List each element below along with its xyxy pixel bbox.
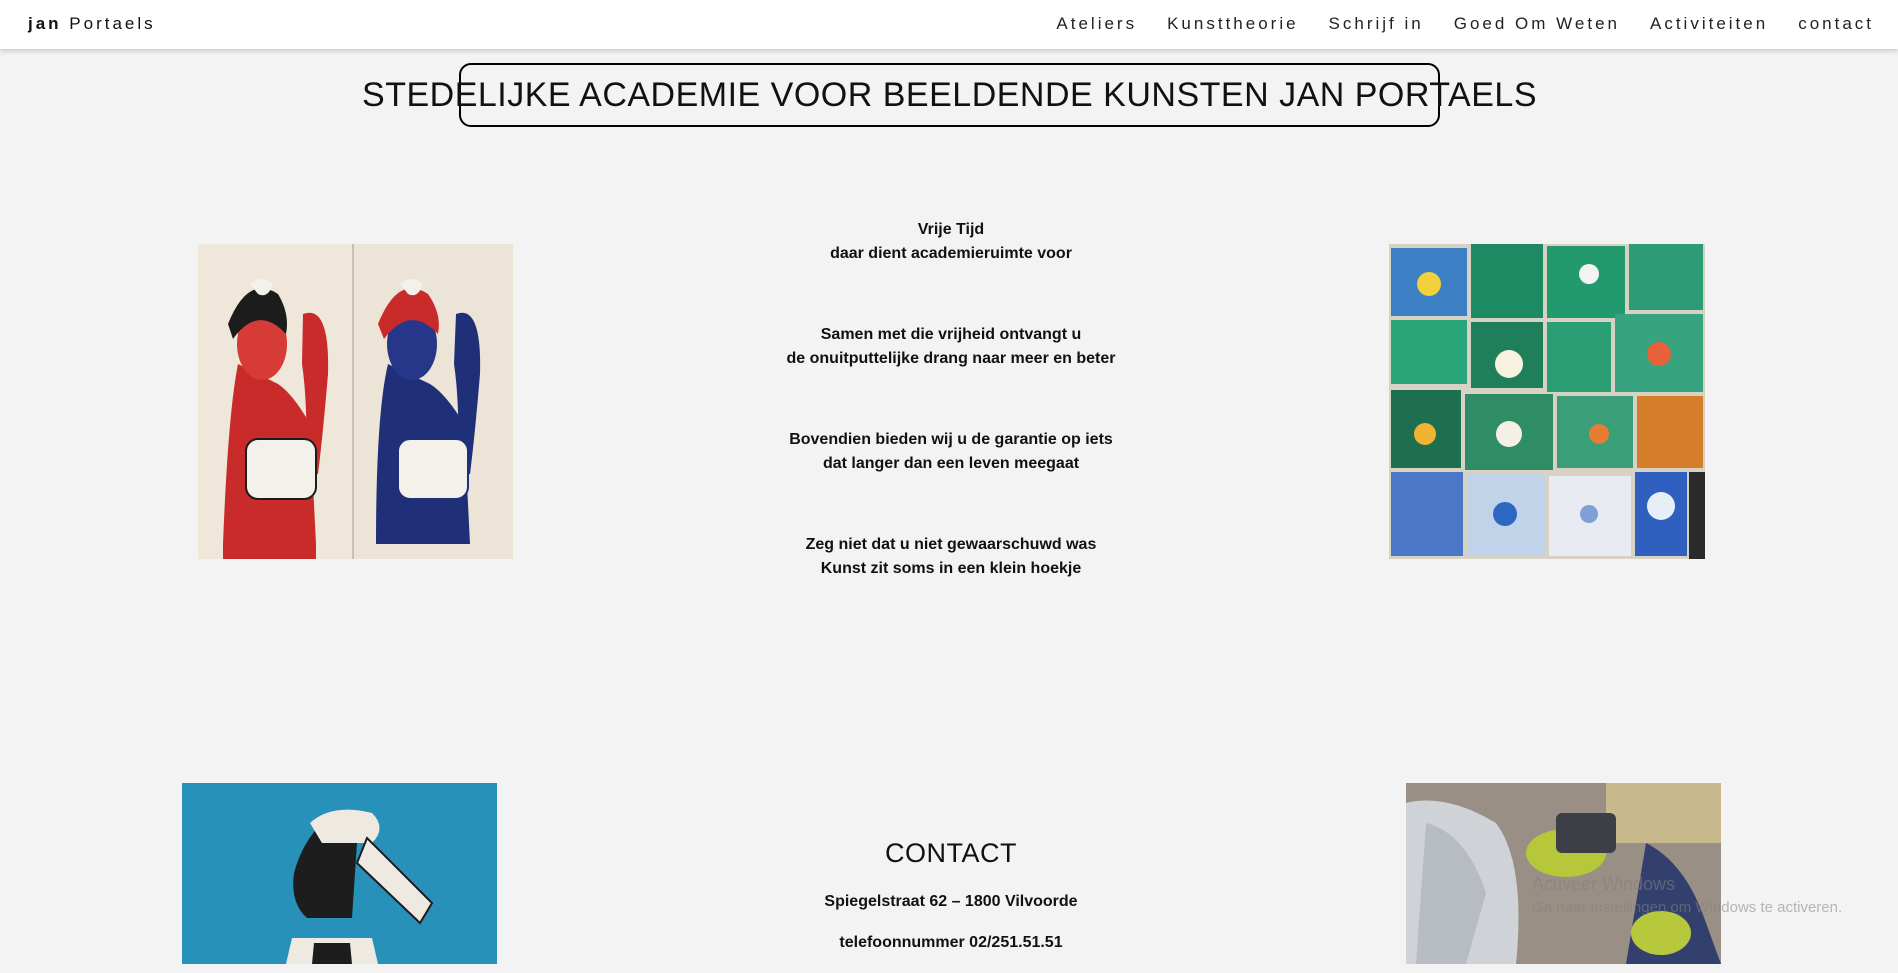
nav-item-schrijf-in[interactable]: Schrijf in [1329, 14, 1424, 34]
nav-item-kunsttheorie[interactable]: Kunsttheorie [1167, 14, 1298, 34]
top-navigation-bar: jan Portaels Ateliers Kunsttheorie Schri… [0, 0, 1898, 49]
linocut-prints-image [198, 244, 513, 559]
poem-stanza: Bovendien bieden wij u de garantie op ie… [651, 428, 1251, 476]
contact-section: CONTACT Spiegelstraat 62 – 1800 Vilvoord… [751, 838, 1151, 973]
poem-stanza: Zeg niet dat u niet gewaarschuwd was Kun… [651, 533, 1251, 581]
main-menu: Ateliers Kunsttheorie Schrijf in Goed Om… [1056, 14, 1874, 34]
brand-first-name: jan [28, 14, 62, 33]
contact-heading: CONTACT [885, 838, 1017, 868]
nav-item-ateliers[interactable]: Ateliers [1056, 14, 1137, 34]
watermark-subtitle: Ga naar Instellingen om Windows te activ… [1532, 899, 1843, 916]
poem-line: Vrije Tijd [917, 221, 985, 238]
contact-address: Spiegelstraat 62 – 1800 Vilvoorde [824, 893, 1078, 910]
nav-item-contact[interactable]: contact [1798, 14, 1874, 34]
site-logo-link[interactable]: jan Portaels [28, 14, 156, 34]
poem-stanza: Samen met die vrijheid ontvangt u de onu… [651, 323, 1251, 371]
poem-line: de onuitputtelijke drang naar meer en be… [786, 350, 1116, 367]
nav-item-activiteiten[interactable]: Activiteiten [1650, 14, 1768, 34]
collage-figure-image [182, 783, 497, 964]
intro-poem: Vrije Tijd daar dient academieruimte voo… [651, 218, 1251, 638]
page-title-box: STEDELIJKE ACADEMIE VOOR BEELDENDE KUNST… [362, 63, 1537, 127]
windows-activation-watermark: Activeer Windows Ga naar Instellingen om… [1532, 872, 1842, 920]
poem-line: dat langer dan een leven meegaat [822, 455, 1080, 472]
brand-last-name: Portaels [61, 14, 156, 33]
poem-stanza: Vrije Tijd daar dient academieruimte voo… [651, 218, 1251, 266]
contact-phone: telefoonnummer 02/251.51.51 [839, 934, 1063, 951]
poem-line: Bovendien bieden wij u de garantie op ie… [789, 431, 1113, 448]
diorama-boxes-image [1389, 244, 1705, 559]
watermark-title: Activeer Windows [1532, 874, 1676, 894]
poem-line: Kunst zit soms in een klein hoekje [820, 560, 1082, 577]
page-title: STEDELIJKE ACADEMIE VOOR BEELDENDE KUNST… [362, 75, 1537, 114]
poem-line: Samen met die vrijheid ontvangt u [820, 326, 1082, 343]
poem-line: daar dient academieruimte voor [830, 245, 1072, 262]
poem-line: Zeg niet dat u niet gewaarschuwd was [805, 536, 1097, 553]
nav-item-goed-om-weten[interactable]: Goed Om Weten [1454, 14, 1620, 34]
